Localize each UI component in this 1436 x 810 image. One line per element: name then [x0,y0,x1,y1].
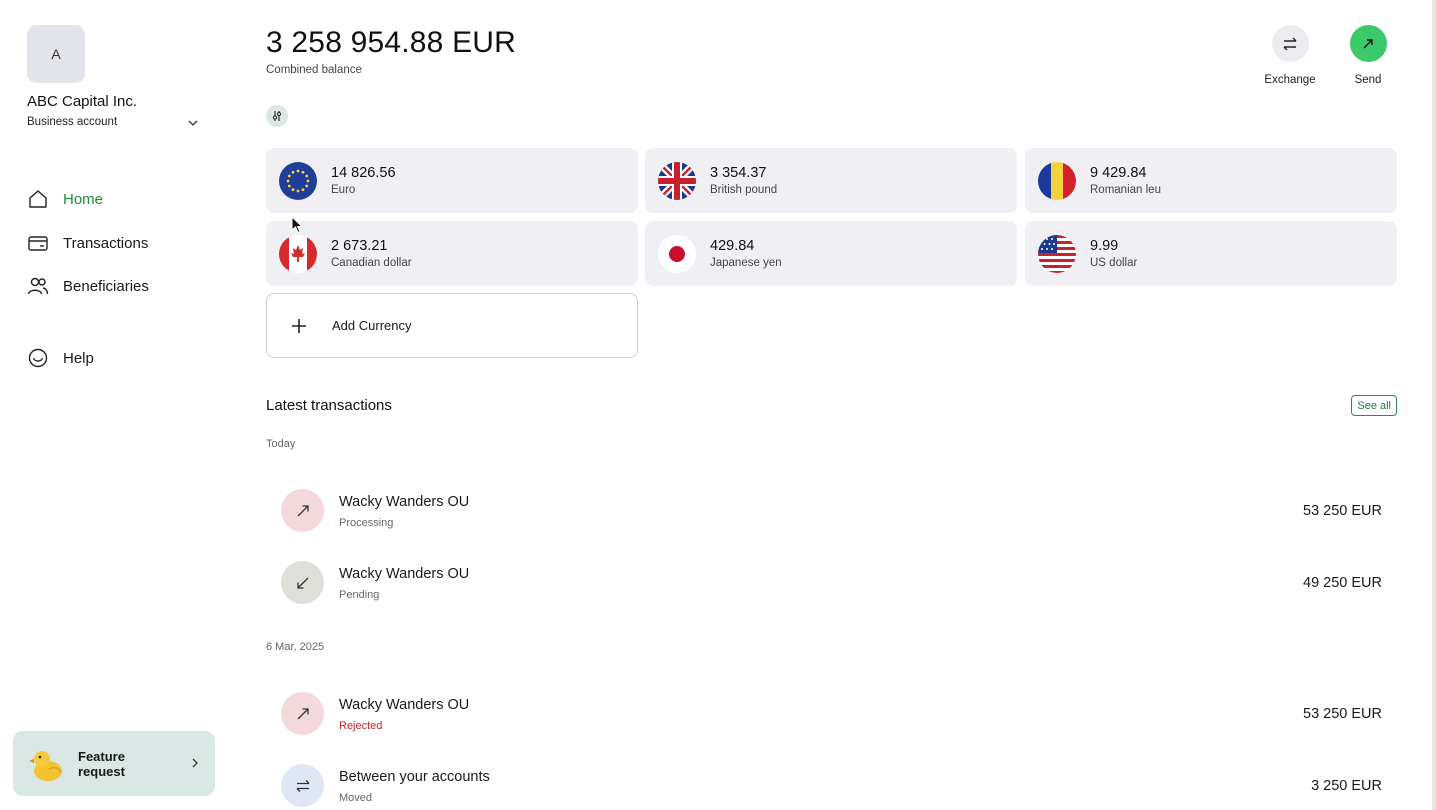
currency-card-jpy[interactable]: 429.84 Japanese yen [645,221,1017,286]
card-icon [28,236,48,251]
currency-amount: 14 826.56 [331,165,396,181]
currency-card-gbp[interactable]: 3 354.37 British pound [645,148,1017,213]
transaction-amount: 53 250 EUR [1303,706,1382,722]
currency-name: Romanian leu [1090,184,1161,196]
plus-icon [292,318,306,333]
exchange-icon [296,779,309,792]
currency-card-ron[interactable]: 9 429.84 Romanian leu [1025,148,1397,213]
exchange-icon [1283,37,1297,50]
japan-flag-icon [658,234,696,273]
company-avatar[interactable]: A [27,25,85,83]
sidebar-item-label: Help [63,349,94,367]
combined-balance: 3 258 954.88 EUR [266,26,517,59]
flag-container [279,234,317,273]
transaction-amount: 49 250 EUR [1303,575,1382,591]
sidebar-item-label: Beneficiaries [63,277,149,295]
flag-container [279,161,317,200]
flag-container [1038,234,1076,273]
sidebar-item-help[interactable]: Help [27,345,94,371]
flag-container [658,161,696,200]
duck-icon [29,750,62,781]
send-label: Send [1354,74,1382,86]
currency-amount: 2 673.21 [331,238,388,254]
transaction-status: Rejected [339,720,383,732]
see-all-button[interactable]: See all [1351,395,1397,416]
account-type[interactable]: Business account [27,116,117,128]
sidebar-item-label: Home [63,190,104,208]
feature-request-label: Feature request [78,748,125,779]
home-icon [29,190,47,208]
transaction-name: Between your accounts [339,769,490,785]
avatar-letter: A [51,46,61,62]
window-edge [1432,0,1436,810]
incoming-arrow-icon [296,577,308,589]
sidebar-item-transactions[interactable]: Transactions [27,230,148,256]
feature-request-button[interactable]: Feature request [13,731,215,796]
currency-amount: 9 429.84 [1090,165,1147,181]
smiley-icon [28,348,48,368]
company-name[interactable]: ABC Capital Inc. [27,93,137,110]
date-group-label: Today [266,438,296,450]
sidebar-item-home[interactable]: Home [27,186,103,212]
exchange-label: Exchange [1264,74,1316,86]
currency-amount: 9.99 [1090,238,1119,254]
transaction-row[interactable]: Wacky Wanders OU Pending 49 250 EUR [266,551,1397,615]
transaction-status: Pending [339,589,380,601]
sidebar-item-label: Transactions [63,234,149,252]
sidebar-item-beneficiaries[interactable]: Beneficiaries [27,273,149,299]
currency-name: Japanese yen [710,257,782,269]
romania-flag-icon [1038,161,1076,200]
currency-card-usd[interactable]: 9.99 US dollar [1025,221,1397,286]
exchange-button[interactable]: Exchange [1261,25,1319,86]
currency-name: US dollar [1090,257,1138,269]
currency-card-euro[interactable]: 14 826.56 Euro [266,148,638,213]
latest-transactions-title: Latest transactions [266,397,392,414]
add-currency-button[interactable]: Add Currency [266,293,638,358]
transaction-name: Wacky Wanders OU [339,494,470,510]
transaction-icon-bg [281,692,324,735]
flag-container [658,234,696,273]
filter-button[interactable] [266,105,288,127]
mouse-cursor-icon [291,216,303,234]
add-currency-label: Add Currency [332,318,412,333]
us-flag-icon [1038,234,1076,273]
transaction-row[interactable]: Wacky Wanders OU Rejected 53 250 EUR [266,682,1397,746]
users-icon [27,277,49,295]
send-button[interactable]: Send [1339,25,1397,86]
transaction-name: Wacky Wanders OU [339,697,470,713]
exchange-circle [1271,25,1309,62]
outgoing-arrow-icon [297,504,309,516]
transaction-icon-bg [281,561,324,604]
combined-balance-label: Combined balance [266,64,362,76]
send-circle [1349,25,1387,62]
flag-container [1038,161,1076,200]
outgoing-arrow-icon [297,707,309,719]
eu-flag-icon [279,161,317,200]
currency-name: Euro [331,184,356,196]
uk-flag-icon [658,161,696,200]
sliders-icon [272,111,282,121]
transaction-icon-bg [281,489,324,532]
sidebar: A ABC Capital Inc. Business account Home… [0,0,232,810]
transaction-name: Wacky Wanders OU [339,566,470,582]
currency-amount: 3 354.37 [710,165,767,181]
currency-card-cad[interactable]: 2 673.21 Canadian dollar [266,221,638,286]
main-content: 3 258 954.88 EUR Combined balance Exchan… [266,0,1397,810]
top-actions: Exchange Send [1261,25,1397,86]
chevron-down-icon[interactable] [186,116,200,130]
transaction-icon-bg [281,764,324,807]
currency-amount: 429.84 [710,238,755,254]
canada-flag-icon [279,234,317,273]
transaction-amount: 3 250 EUR [1311,778,1382,794]
chevron-right-icon [192,758,198,768]
transaction-amount: 53 250 EUR [1303,503,1382,519]
currency-name: British pound [710,184,778,196]
currency-name: Canadian dollar [331,257,412,269]
transaction-status: Processing [339,517,394,529]
transaction-row[interactable]: Between your accounts Moved 3 250 EUR [266,754,1397,810]
date-group-label: 6 Mar, 2025 [266,641,325,653]
send-arrow-icon [1363,38,1373,48]
transaction-status: Moved [339,792,373,804]
transaction-row[interactable]: Wacky Wanders OU Processing 53 250 EUR [266,479,1397,543]
